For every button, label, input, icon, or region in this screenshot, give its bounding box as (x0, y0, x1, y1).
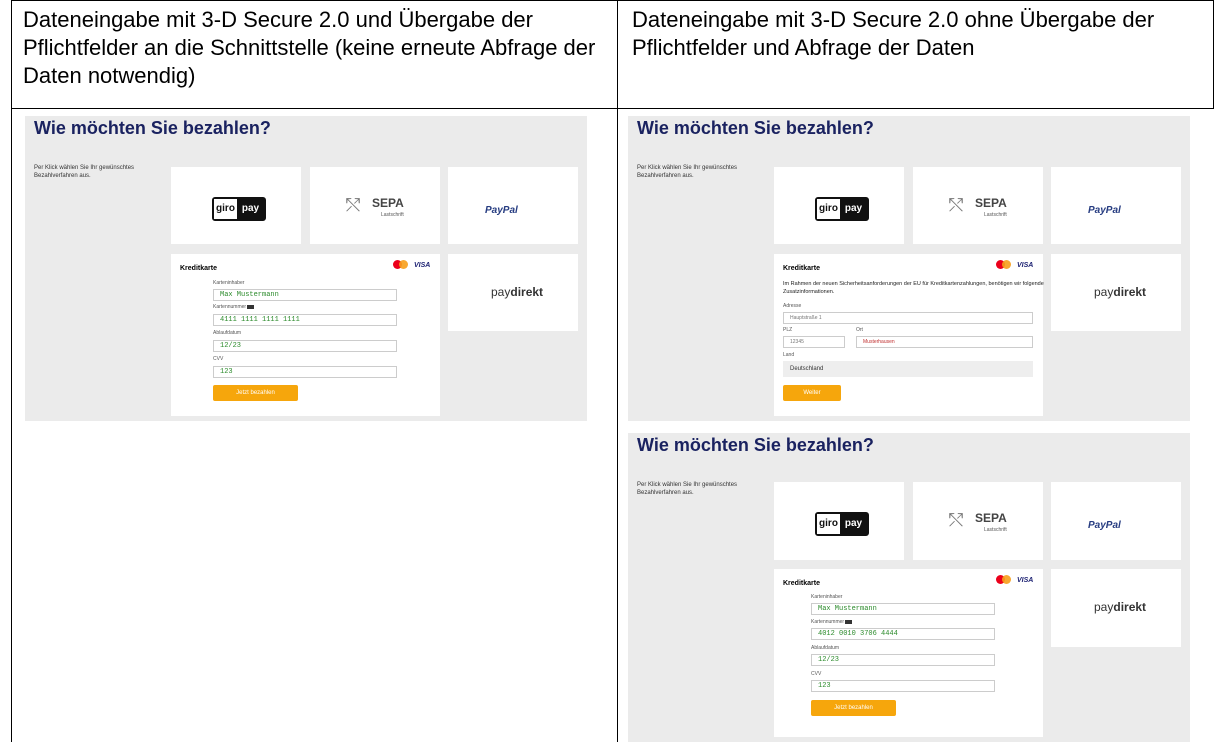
paypal-logo: PayPal (485, 205, 518, 216)
sepa-icon: ⤲ (949, 195, 964, 215)
page-title: Wie möchten Sie bezahlen? (637, 118, 874, 138)
country-label: Land (783, 352, 795, 358)
sepa-logo: ⤲ SEPA Lastschrift (346, 195, 404, 218)
creditcard-heading: Kreditkarte (180, 265, 217, 272)
payment-hint: Per Klick wählen Sie Ihr gewünschtes Bez… (34, 165, 135, 179)
paypal-logo: PayPal (1088, 205, 1121, 216)
cvv-label: CVV (811, 671, 822, 677)
giropay-tile[interactable]: giro pay (171, 167, 301, 244)
number-label: Kartennummer (213, 304, 255, 310)
screenshot-right-payment: Wie möchten Sie bezahlen? Per Klick wähl… (628, 433, 1190, 742)
city-input[interactable]: Musterhausen (856, 336, 1033, 348)
document: Dateneingabe mit 3-D Secure 2.0 und Über… (0, 0, 1215, 742)
table-border-top (11, 0, 1214, 1)
paypal-tile[interactable]: PayPal (448, 167, 578, 244)
holder-input[interactable]: Max Mustermann (213, 289, 397, 301)
continue-button[interactable]: Weiter (783, 385, 841, 401)
paydirekt-tile[interactable]: paydirekt (1051, 569, 1181, 647)
table-border-right (1213, 0, 1214, 109)
zip-label: PLZ (783, 327, 793, 333)
paypal-tile[interactable]: PayPal (1051, 482, 1181, 560)
payment-hint: Per Klick wählen Sie Ihr gewünschtes Bez… (637, 482, 738, 496)
card-info-icon (845, 619, 853, 624)
creditcard-heading: Kreditkarte (783, 580, 820, 587)
card-number-input[interactable]: 4012 0010 3706 4444 (811, 628, 995, 640)
expiry-input[interactable]: 12/23 (811, 654, 995, 666)
sepa-logo: ⤲ SEPA Lastschrift (949, 195, 1007, 218)
card-info-icon (247, 304, 255, 309)
expiry-label: Ablaufdatum (811, 645, 840, 651)
screenshot-left-payment: Wie möchten Sie bezahlen? Per Klick wähl… (25, 116, 587, 421)
city-label: Ort (856, 327, 863, 333)
creditcard-panel: Kreditkarte VISA Im Rahmen der neuen Sic… (774, 254, 1044, 416)
expiry-input[interactable]: 12/23 (213, 340, 397, 352)
pay-now-button[interactable]: Jetzt bezahlen (811, 700, 896, 716)
giropay-tile[interactable]: giro pay (774, 167, 904, 244)
paydirekt-logo: paydirekt (1094, 600, 1147, 614)
page-title: Wie möchten Sie bezahlen? (34, 118, 271, 138)
country-select[interactable]: Deutschland (783, 361, 1033, 377)
expiry-label: Ablaufdatum (213, 330, 242, 336)
payment-hint: Per Klick wählen Sie Ihr gewünschtes Bez… (637, 165, 738, 179)
security-note: Im Rahmen der neuen Sicherheitsanforderu… (783, 281, 1044, 295)
pay-now-button[interactable]: Jetzt bezahlen (213, 385, 298, 401)
visa-icon: VISA (1017, 577, 1034, 584)
zip-input[interactable]: 12345 (783, 336, 845, 348)
screenshot-right-address: Wie möchten Sie bezahlen? Per Klick wähl… (628, 116, 1190, 421)
column-header-left: Dateneingabe mit 3-D Secure 2.0 und Über… (23, 7, 596, 88)
sepa-tile[interactable]: ⤲ SEPA Lastschrift (913, 167, 1043, 244)
visa-icon: VISA (414, 262, 431, 269)
table-row-divider (11, 108, 1214, 109)
visa-icon: VISA (1017, 262, 1034, 269)
paypal-tile[interactable]: PayPal (1051, 167, 1181, 244)
cvv-input[interactable]: 123 (811, 680, 995, 692)
table-border-middle (617, 0, 618, 742)
paydirekt-tile[interactable]: paydirekt (448, 254, 578, 331)
table-border-left (11, 0, 12, 742)
cvv-label: CVV (213, 356, 224, 362)
giropay-logo: giro pay (212, 197, 266, 221)
paypal-logo: PayPal (1088, 520, 1121, 531)
card-number-input[interactable]: 4111 1111 1111 1111 (213, 314, 397, 326)
sepa-logo: ⤲ SEPA Lastschrift (949, 510, 1007, 533)
giropay-logo: giro pay (815, 197, 869, 221)
column-header-right: Dateneingabe mit 3-D Secure 2.0 ohne Übe… (632, 7, 1155, 60)
mastercard-icon-overlap (399, 260, 408, 269)
creditcard-panel: Kreditkarte VISA Karteninhaber Max Muste… (171, 254, 440, 416)
sepa-icon: ⤲ (949, 510, 964, 530)
giropay-logo: giro pay (815, 512, 869, 536)
number-label: Kartennummer (811, 619, 853, 625)
paydirekt-logo: paydirekt (1094, 285, 1147, 299)
giropay-tile[interactable]: giro pay (774, 482, 904, 560)
holder-input[interactable]: Max Mustermann (811, 603, 995, 615)
page-title: Wie möchten Sie bezahlen? (637, 435, 874, 455)
mastercard-icon-overlap (1002, 260, 1011, 269)
sepa-tile[interactable]: ⤲ SEPA Lastschrift (310, 167, 440, 244)
paydirekt-tile[interactable]: paydirekt (1051, 254, 1181, 331)
holder-label: Karteninhaber (811, 594, 843, 600)
cvv-input[interactable]: 123 (213, 366, 397, 378)
creditcard-panel: Kreditkarte VISA Karteninhaber Max Muste… (774, 569, 1043, 737)
creditcard-heading: Kreditkarte (783, 265, 820, 272)
mastercard-icon-overlap (1002, 575, 1011, 584)
paydirekt-logo: paydirekt (491, 285, 544, 299)
address-label: Adresse (783, 303, 802, 309)
sepa-icon: ⤲ (346, 195, 361, 215)
address-input[interactable]: Hauptstraße 1 (783, 312, 1033, 324)
holder-label: Karteninhaber (213, 280, 245, 286)
sepa-tile[interactable]: ⤲ SEPA Lastschrift (913, 482, 1043, 560)
